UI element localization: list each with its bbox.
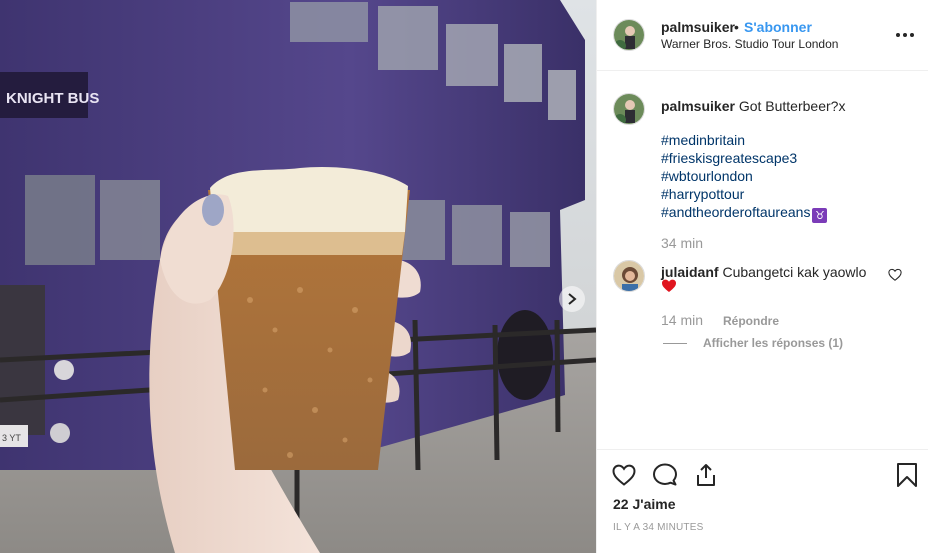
chevron-right-icon (568, 293, 577, 305)
bookmark-icon[interactable] (894, 462, 920, 488)
follow-button[interactable]: S'abonner (744, 19, 812, 35)
hashtag-text[interactable]: #andtheorderoftaureans (661, 204, 810, 220)
view-replies-button[interactable]: Afficher les réponses (1) (703, 336, 843, 350)
hashtag-list: #medinbritain #frieskisgreatescape3 #wbt… (661, 131, 828, 223)
post-location[interactable]: Warner Bros. Studio Tour London (661, 37, 838, 51)
share-icon[interactable] (693, 462, 719, 488)
post-header: palmsuiker • S'abonner Warner Bros. Stud… (597, 0, 928, 71)
hashtag-link-with-emoji[interactable]: #andtheorderoftaureans ♉ (661, 203, 828, 223)
bus-plate-text: 3 YT (2, 433, 21, 443)
likes-count[interactable]: 22 J'aime (613, 496, 676, 512)
post-photo[interactable]: KNIGHT BUS 3 YT (0, 0, 596, 553)
hashtag-link[interactable]: #wbtourlondon (661, 167, 827, 185)
next-photo-button[interactable] (559, 286, 585, 312)
post-photo-image: KNIGHT BUS 3 YT (0, 0, 596, 553)
heart-icon[interactable] (611, 462, 637, 488)
hashtag-link[interactable]: #frieskisgreatescape3 (661, 149, 827, 167)
hashtag-link[interactable]: #harrypottour (661, 185, 827, 203)
hashtag-link[interactable]: #medinbritain (661, 131, 827, 149)
avatar[interactable] (613, 93, 645, 125)
caption-text: palmsuiker Got Butterbeer?x (661, 97, 911, 115)
comment-timestamp[interactable]: 14 min (661, 312, 703, 328)
bus-sign-text: KNIGHT BUS (6, 90, 99, 107)
comment-body: Cubangetci kak yaowlo (722, 264, 867, 280)
post-sidebar: palmsuiker • S'abonner Warner Bros. Stud… (596, 0, 928, 553)
caption-body: Got Butterbeer?x (738, 98, 846, 114)
taurus-emoji-icon: ♉ (812, 208, 828, 223)
comment-icon[interactable] (652, 462, 678, 488)
comment-like-icon[interactable] (888, 268, 902, 282)
comment-text: julaidanf Cubangetci kak yaowlo (661, 263, 866, 281)
comments-section: palmsuiker Got Butterbeer?x #medinbritai… (597, 71, 928, 449)
avatar[interactable] (613, 260, 645, 292)
post-username[interactable]: palmsuiker (661, 19, 735, 35)
avatar[interactable] (613, 19, 645, 51)
more-options-icon[interactable] (894, 26, 916, 44)
red-heart-icon (662, 279, 676, 292)
post-timestamp[interactable]: IL Y A 34 MINUTES (613, 522, 703, 533)
caption-timestamp[interactable]: 34 min (661, 235, 703, 251)
caption-username[interactable]: palmsuiker (661, 98, 735, 114)
reply-button[interactable]: Répondre (723, 314, 779, 328)
post-actions: 22 J'aime IL Y A 34 MINUTES (597, 449, 928, 553)
separator-dot: • (734, 19, 739, 35)
replies-divider (663, 343, 687, 344)
comment-meta: 14 min Répondre (661, 312, 779, 328)
